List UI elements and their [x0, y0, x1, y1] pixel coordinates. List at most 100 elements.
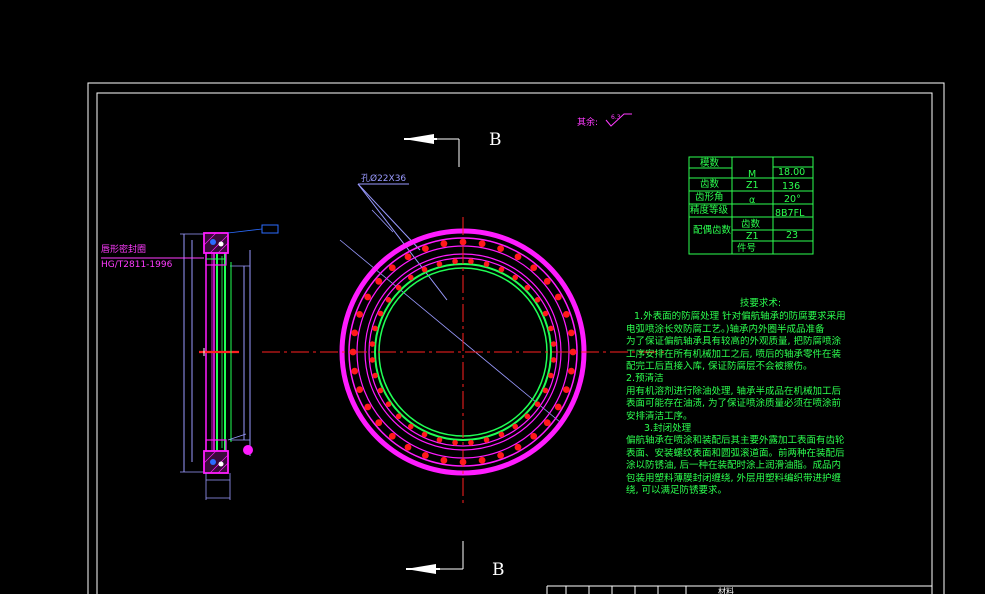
bolt-hole — [404, 443, 412, 451]
bolt-hole — [534, 401, 541, 408]
table-row-module-symbol: M — [748, 169, 756, 180]
bolt-hole — [404, 253, 412, 261]
bolt-hole — [534, 297, 541, 303]
bolt-hole — [385, 401, 392, 408]
tech-line-10: 3.封闭处理 — [644, 423, 692, 435]
title-block-material-label: 材料 — [718, 586, 734, 594]
bolt-hole — [385, 297, 392, 303]
bolt-hole — [421, 266, 428, 273]
bolt-hole — [364, 403, 372, 411]
bolt-hole — [550, 357, 557, 363]
tech-line-11: 偏航轴承在喷涂和装配后其主要外露加工表面有齿轮 — [626, 435, 845, 447]
bolt-hole — [436, 261, 443, 267]
bolt-hole — [543, 277, 551, 285]
bolt-hole — [356, 386, 364, 394]
table-row-grade-value: 8B7FL — [775, 208, 805, 219]
bolt-hole — [369, 341, 376, 347]
bolt-hole — [554, 403, 562, 411]
roughness-label: 其余: — [577, 116, 598, 128]
bolt-hole — [395, 413, 402, 420]
bolt-hole — [562, 386, 570, 394]
section-label-top: B — [489, 130, 502, 150]
technical-requirements: 技要求术: 1.外表面的防腐处理 针对偏航轴承的防腐要求采用 电弧喷涂长效防腐工… — [626, 298, 881, 498]
tech-requirements-title: 技要求术: — [739, 298, 782, 309]
table-mate-teeth-label: 齿数 — [741, 218, 761, 230]
bolt-hole — [514, 443, 522, 451]
bolt-hole — [478, 456, 486, 464]
table-row-module-value: 18.00 — [778, 167, 805, 178]
table-row-angle-symbol: α — [749, 195, 755, 206]
table-row-teeth-symbol: Z1 — [746, 180, 759, 191]
bolt-hole — [375, 419, 383, 427]
hole-callout-text: 孔Ø22X36 — [361, 173, 406, 184]
bolt-hole — [483, 437, 490, 443]
bolt-hole — [372, 325, 378, 332]
table-mate-value: 23 — [786, 230, 798, 241]
bolt-hole — [530, 264, 538, 272]
seal-label-line1: 唇形密封圈 — [101, 243, 146, 255]
tech-line-4: 工序安排在所有机械加工之后, 喷后的轴承零件在装 — [626, 348, 842, 360]
tech-line-15: 绕, 可以满足防锈要求。 — [626, 485, 728, 497]
table-mate-symbol: Z1 — [746, 231, 759, 242]
bolt-hole — [567, 329, 575, 337]
bolt-hole — [440, 456, 448, 464]
bolt-hole — [452, 258, 458, 265]
bolt-hole — [548, 372, 554, 379]
bolt-hole — [550, 341, 557, 347]
bolt-hole — [369, 357, 376, 363]
title-block — [546, 585, 932, 594]
side-top-block — [203, 232, 229, 254]
tech-line-13: 涂以防锈油, 后一种在装配时涂上润滑油脂。成品内 — [626, 460, 842, 472]
table-row-teeth-name: 齿数 — [700, 178, 720, 190]
bolt-hole — [498, 431, 505, 438]
bolt-hole — [543, 419, 551, 427]
bolt-hole — [542, 387, 549, 394]
tech-line-8: 表面可能存在油渍, 为了保证喷涂质量必须在喷涂前 — [626, 398, 842, 410]
tech-line-2: 电弧喷涂长效防腐工艺。)轴承内外圈半成品准备 — [626, 323, 825, 335]
bolt-hole — [351, 329, 359, 337]
bolt-hole — [408, 423, 414, 430]
bolt-hole — [483, 261, 490, 267]
bolt-hole — [562, 310, 570, 318]
bolt-hole — [452, 439, 458, 446]
bolt-hole — [512, 274, 518, 281]
bolt-hole — [372, 372, 378, 379]
tech-line-1: 1.外表面的防腐处理 针对偏航轴承的防腐要求采用 — [634, 311, 846, 323]
bolt-hole — [554, 293, 562, 301]
bolt-hole — [530, 432, 538, 440]
tech-line-14: 包装用塑料薄膜封闭缠绕, 外层用塑料编织带进护缠 — [626, 472, 842, 484]
bolt-hole — [421, 245, 429, 253]
bolt-hole — [548, 325, 554, 332]
section-marker-bottom: B — [406, 541, 505, 580]
tech-line-5: 配完工后直接入库, 保证防腐层不会被擦伤。 — [626, 361, 813, 373]
section-marker-top: B — [404, 130, 502, 167]
bolt-hole — [468, 258, 474, 265]
bolt-hole — [388, 432, 396, 440]
bolt-hole — [388, 264, 396, 272]
table-row-teeth-value: 136 — [782, 181, 800, 192]
gear-plan-view — [262, 217, 664, 503]
bolt-hole — [524, 284, 531, 291]
bolt-hole — [497, 245, 505, 253]
tech-line-9: 安排清洁工序。 — [626, 410, 693, 422]
bolt-hole — [440, 240, 448, 248]
table-row-angle-value: 20° — [784, 194, 801, 205]
table-row-angle-name: 齿形角 — [695, 191, 724, 203]
bolt-hole — [498, 266, 505, 273]
tech-line-12: 表面、安装螺纹表面和圆弧滚道面。前两种在装配后 — [626, 447, 845, 459]
bolt-hole — [567, 367, 575, 375]
tech-line-3: 为了保证偏航轴承具有较高的外观质量, 把防腐喷涂 — [626, 336, 842, 348]
table-row-grade-name: 精度等级 — [690, 204, 729, 216]
bolt-hole — [524, 413, 531, 420]
bolt-hole — [421, 451, 429, 459]
bolt-hole — [468, 439, 474, 446]
bolt-hole — [542, 310, 549, 317]
table-mate-part-label: 件号 — [737, 242, 756, 254]
bolt-hole — [377, 310, 384, 317]
bolt-hole — [375, 277, 383, 285]
bolt-hole — [351, 367, 359, 375]
bolt-hole — [356, 310, 364, 318]
bolt-hole — [377, 387, 384, 394]
bolt-hole — [497, 451, 505, 459]
bolt-hole — [514, 253, 522, 261]
